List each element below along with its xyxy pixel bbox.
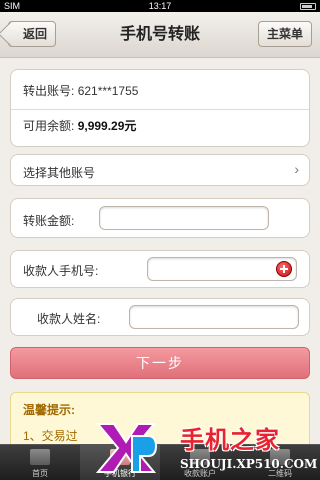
amount-input[interactable] <box>99 206 269 230</box>
balance-row: 可用余额: 9,999.29元 <box>23 117 136 134</box>
tips-title: 温馨提示: <box>23 403 75 417</box>
payee-phone-input[interactable] <box>147 257 297 281</box>
payee-phone-row: 收款人手机号: <box>10 250 310 288</box>
tab-home[interactable]: 首页 <box>0 445 80 480</box>
payee-name-label: 收款人姓名: <box>37 312 101 326</box>
select-other-account-label: 选择其他账号 <box>23 166 96 180</box>
amount-row: 转账金额: <box>10 198 310 238</box>
chevron-right-icon: › <box>294 161 299 177</box>
nav-bar: 手机号转账 返回 主菜单 <box>0 12 320 58</box>
select-other-account-row[interactable]: 选择其他账号 › <box>10 154 310 186</box>
add-contact-icon[interactable] <box>276 261 292 277</box>
payee-name-row: 收款人姓名: <box>10 298 310 336</box>
balance-value: 9,999.29元 <box>77 119 137 133</box>
clock-label: 13:17 <box>148 1 172 11</box>
balance-label: 可用余额: <box>23 119 75 133</box>
status-bar: SIM 13:17 <box>0 0 320 12</box>
amount-label: 转账金额: <box>23 214 75 228</box>
watermark-logo-icon <box>96 423 158 473</box>
divider <box>11 109 309 110</box>
tab-home-label: 首页 <box>32 469 48 478</box>
payee-phone-label: 收款人手机号: <box>23 264 99 278</box>
watermark: 手机之家 SHOUJI.XP510.COM <box>96 410 320 480</box>
watermark-url: SHOUJI.XP510.COM <box>180 457 318 471</box>
watermark-brand: 手机之家 <box>180 426 280 454</box>
next-step-button[interactable]: 下一步 <box>10 347 310 379</box>
back-button-label: 返回 <box>23 27 48 41</box>
main-menu-button[interactable]: 主菜单 <box>257 21 312 47</box>
from-account-value: 621***1755 <box>77 84 139 98</box>
from-account-label: 转出账号: <box>23 84 75 98</box>
battery-icon <box>300 3 316 10</box>
back-button[interactable]: 返回 <box>8 21 57 47</box>
from-account-row: 转出账号: 621***1755 <box>23 82 138 99</box>
account-info-card: 转出账号: 621***1755 可用余额: 9,999.29元 <box>10 69 310 147</box>
payee-name-input[interactable] <box>129 305 299 329</box>
home-icon <box>30 449 50 465</box>
tips-line-1: 1、交易过 <box>23 429 78 443</box>
